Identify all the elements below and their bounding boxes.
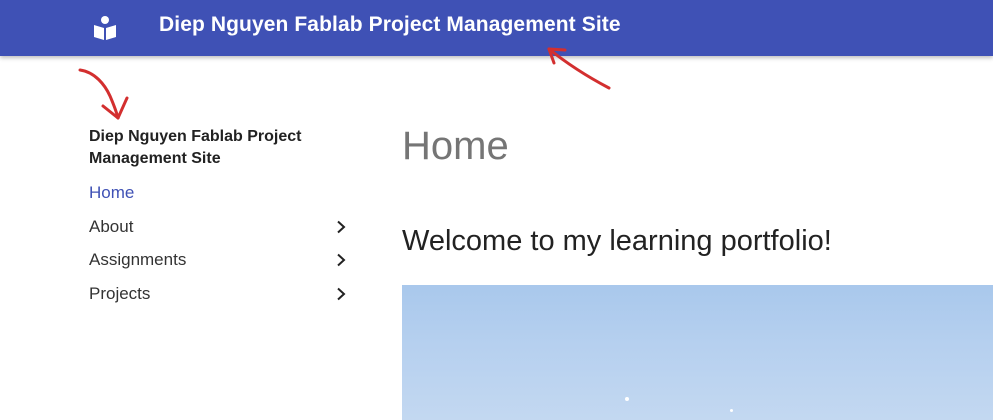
sidebar-item-about[interactable]: About [89, 217, 351, 251]
hero-image-detail [730, 409, 733, 412]
chevron-right-icon[interactable] [335, 220, 347, 234]
sidebar-item-label: Projects [89, 283, 151, 303]
sidebar-item-home[interactable]: Home [89, 183, 351, 217]
hero-image [402, 285, 993, 420]
arrow-to-sidebar-title [78, 68, 129, 120]
sidebar-item-assignments[interactable]: Assignments [89, 250, 351, 284]
page-title: Home [402, 124, 509, 168]
sidebar-item-label: Assignments [89, 250, 187, 269]
chevron-right-icon[interactable] [335, 287, 347, 301]
sidebar-item-label: About [89, 216, 134, 236]
welcome-heading: Welcome to my learning portfolio! [402, 225, 832, 257]
hero-image-detail [625, 397, 629, 401]
sidebar: Diep Nguyen Fablab Project Management Si… [89, 126, 351, 333]
site-header: Diep Nguyen Fablab Project Management Si… [0, 0, 993, 56]
chevron-right-icon[interactable] [335, 253, 347, 267]
sidebar-site-title: Diep Nguyen Fablab Project Management Si… [89, 128, 302, 167]
sidebar-nav: Home About Assignments Projects [89, 183, 351, 317]
header-site-title[interactable]: Diep Nguyen Fablab Project Management Si… [159, 13, 621, 37]
sidebar-item-projects[interactable]: Projects [89, 284, 351, 318]
sidebar-item-label: Home [89, 183, 135, 202]
book-reader-icon[interactable] [92, 15, 118, 41]
